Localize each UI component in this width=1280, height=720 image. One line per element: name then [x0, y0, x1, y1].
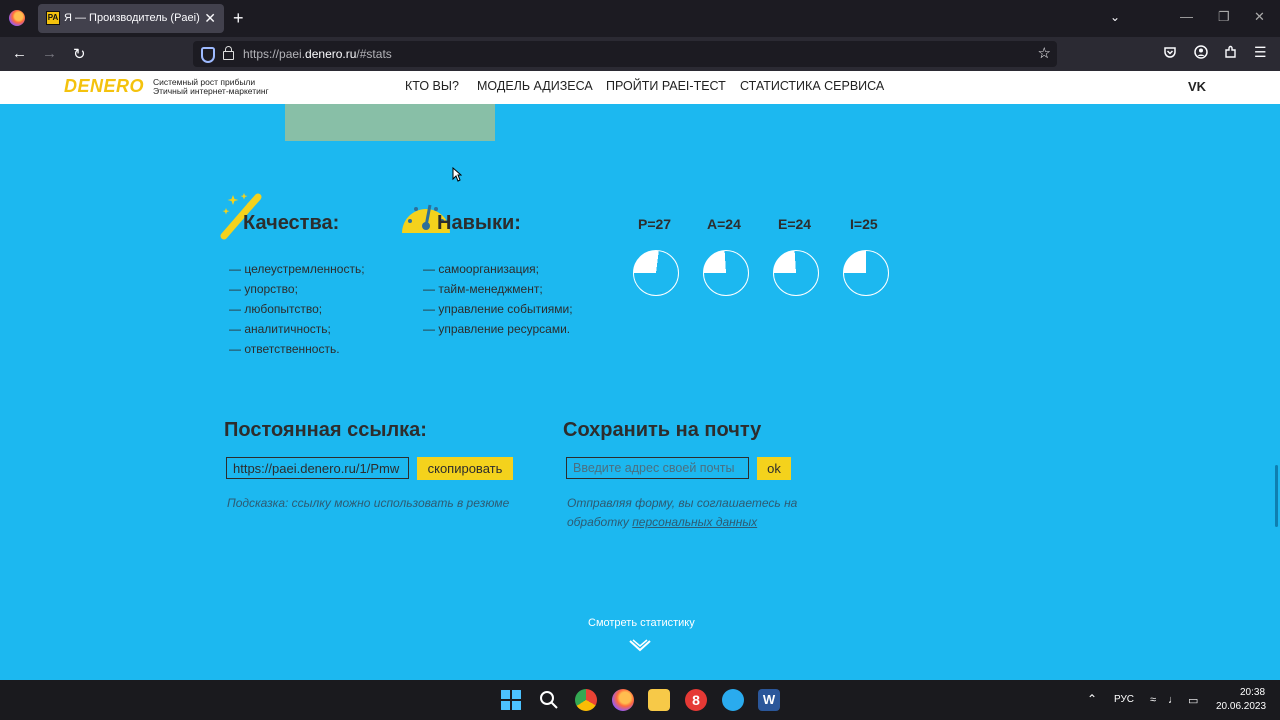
- quality-item: — ответственность.: [229, 342, 340, 356]
- windows-start-icon[interactable]: [500, 689, 522, 711]
- skill-item: — тайм-менеджмент;: [423, 282, 543, 296]
- back-icon[interactable]: ←: [12, 45, 27, 62]
- stat-p-label: P=27: [638, 216, 672, 232]
- menu-item-service-stats[interactable]: СТАТИСТИКА СЕРВИСА: [740, 79, 884, 93]
- search-icon[interactable]: [538, 689, 560, 711]
- extensions-icon[interactable]: [1224, 45, 1238, 59]
- site-favicon-icon: PA: [46, 11, 60, 25]
- tracking-shield-icon[interactable]: [201, 47, 215, 63]
- qualities-title: Качества:: [243, 212, 340, 234]
- quality-item: — упорство;: [229, 282, 298, 296]
- volume-icon[interactable]: ♩: [1168, 694, 1179, 706]
- forward-icon[interactable]: →: [42, 45, 57, 62]
- url-text[interactable]: https://paei.denero.ru/#stats: [243, 47, 392, 61]
- chrome-icon[interactable]: [575, 689, 597, 711]
- quality-item: — целеустремленность;: [229, 262, 365, 276]
- email-title: Сохранить на почту: [563, 419, 762, 441]
- menu-item-adizes-model[interactable]: МОДЕЛЬ АДИЗЕСА: [477, 79, 593, 93]
- personal-data-link[interactable]: персональных данных: [632, 515, 757, 529]
- yandex-icon[interactable]: 8: [685, 689, 707, 711]
- stat-e-label: E=24: [778, 216, 812, 232]
- new-tab-button[interactable]: +: [233, 8, 244, 29]
- chevron-down-icon[interactable]: [628, 638, 652, 654]
- site-logo[interactable]: DENERO: [64, 76, 144, 97]
- skills-title: Навыки:: [437, 212, 521, 234]
- window-close-icon[interactable]: ✕: [1254, 9, 1265, 25]
- stat-e-pie: [773, 250, 819, 296]
- site-tagline: Системный рост прибыли Этичный интернет-…: [153, 77, 269, 96]
- firefox-icon[interactable]: [9, 10, 25, 26]
- quality-item: — любопытство;: [229, 302, 323, 316]
- scrollbar-thumb[interactable]: [1275, 465, 1278, 527]
- vk-icon[interactable]: VK: [1188, 79, 1206, 94]
- reload-icon[interactable]: ↻: [73, 45, 86, 63]
- stat-p-pie: [633, 250, 679, 296]
- email-input[interactable]: Введите адрес своей почты: [566, 457, 749, 479]
- app-menu-icon[interactable]: ☰: [1254, 44, 1267, 61]
- browser-tab[interactable]: PA Я — Производитель (Paei) ✕: [38, 4, 224, 33]
- clock-date[interactable]: 20.06.2023: [1216, 701, 1266, 712]
- stat-i-label: I=25: [850, 216, 878, 232]
- wifi-icon[interactable]: ≈: [1150, 694, 1156, 706]
- permalink-title: Постоянная ссылка:: [224, 419, 427, 441]
- lock-icon[interactable]: [223, 46, 234, 60]
- skill-item: — самоорганизация;: [423, 262, 539, 276]
- restore-icon[interactable]: ❐: [1218, 9, 1230, 25]
- pocket-icon[interactable]: [1163, 45, 1177, 59]
- tab-title: Я — Производитель (Paei): [64, 12, 200, 24]
- tab-list-chevron-icon[interactable]: ⌄: [1110, 10, 1120, 24]
- menu-item-who-are-you[interactable]: КТО ВЫ?: [405, 79, 459, 93]
- minimize-icon[interactable]: —: [1180, 9, 1193, 24]
- clock-time[interactable]: 20:38: [1240, 687, 1265, 698]
- tray-chevron-up-icon[interactable]: ⌃: [1087, 692, 1097, 706]
- menu-item-take-test[interactable]: ПРОЙТИ PAEI-ТЕСТ: [606, 79, 726, 93]
- battery-icon[interactable]: ▭: [1188, 694, 1198, 707]
- stat-i-pie: [843, 250, 889, 296]
- see-stats-link[interactable]: Смотреть статистику: [588, 617, 695, 629]
- mouse-cursor-icon: [452, 167, 462, 182]
- word-icon[interactable]: W: [758, 689, 780, 711]
- permalink-hint: Подсказка: ссылку можно использовать в р…: [227, 496, 510, 510]
- bookmark-star-icon[interactable]: ☆: [1038, 44, 1051, 62]
- result-image-block: [285, 104, 495, 141]
- permalink-input[interactable]: https://paei.denero.ru/1/Pmw: [226, 457, 409, 479]
- email-consent-text: Отправляя форму, вы соглашаетесь на обра…: [567, 496, 798, 529]
- file-explorer-icon[interactable]: [648, 689, 670, 711]
- copy-button[interactable]: скопировать: [417, 457, 513, 480]
- stat-a-pie: [703, 250, 749, 296]
- firefox-taskbar-icon[interactable]: [612, 689, 634, 711]
- stat-a-label: A=24: [707, 216, 741, 232]
- address-bar[interactable]: https://paei.denero.ru/#stats ☆: [193, 41, 1057, 67]
- skill-item: — управление событиями;: [423, 302, 573, 316]
- skill-item: — управление ресурсами.: [423, 322, 571, 336]
- ok-button[interactable]: ok: [757, 457, 791, 480]
- language-indicator[interactable]: РУС: [1114, 694, 1134, 705]
- telegram-icon[interactable]: [722, 689, 744, 711]
- account-icon[interactable]: [1194, 45, 1208, 59]
- tab-close-icon[interactable]: ✕: [204, 10, 216, 27]
- quality-item: — аналитичность;: [229, 322, 331, 336]
